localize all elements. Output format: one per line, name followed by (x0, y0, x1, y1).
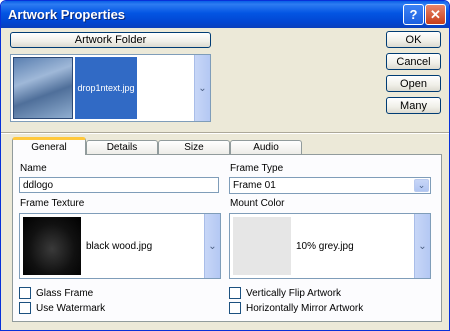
close-icon: ✕ (430, 7, 441, 22)
glass-frame-checkbox[interactable]: Glass Frame (19, 287, 93, 299)
frame-type-select[interactable]: Frame 01 ⌄ (229, 177, 431, 194)
thumbnail-item-selected[interactable]: drop1ntext.jpg (75, 57, 137, 119)
separator (1, 132, 449, 134)
tab-general[interactable]: General (12, 137, 86, 155)
horizontal-mirror-checkbox[interactable]: Horizontally Mirror Artwork (229, 302, 363, 314)
name-input[interactable]: ddlogo (19, 177, 219, 193)
mount-color-picker[interactable]: 10% grey.jpg ⌄ (229, 213, 431, 279)
checkbox-box[interactable] (229, 302, 241, 314)
frame-type-value: Frame 01 (233, 180, 276, 191)
vertical-flip-label: Vertically Flip Artwork (246, 287, 342, 299)
ok-button[interactable]: OK (386, 31, 441, 48)
frame-texture-swatch (23, 217, 81, 275)
help-button[interactable]: ? (403, 4, 424, 25)
checkbox-box[interactable] (19, 302, 31, 314)
close-button[interactable]: ✕ (425, 4, 446, 25)
chevron-down-icon: ⌄ (418, 240, 427, 252)
use-watermark-label: Use Watermark (36, 302, 106, 314)
name-label: Name (20, 163, 47, 174)
artwork-properties-dialog: Artwork Properties ? ✕ Artwork Folder dr… (0, 0, 450, 331)
chevron-down-icon: ⌄ (208, 240, 217, 252)
frame-type-label: Frame Type (230, 163, 284, 174)
mount-color-scrollbar[interactable]: ⌄ (414, 214, 430, 278)
many-button[interactable]: Many (386, 97, 441, 114)
window-title: Artwork Properties (8, 7, 126, 22)
help-icon: ? (409, 7, 418, 22)
frame-texture-value: black wood.jpg (86, 240, 153, 252)
artwork-thumbnail-list[interactable]: drop1ntext.jpg ⌄ (10, 54, 211, 122)
mount-color-label: Mount Color (230, 198, 285, 209)
title-bar[interactable]: Artwork Properties ? ✕ (1, 1, 449, 28)
tab-details[interactable]: Details (86, 140, 158, 155)
thumbnail-item[interactable] (13, 57, 73, 119)
mount-color-value: 10% grey.jpg (296, 240, 354, 252)
glass-frame-label: Glass Frame (36, 287, 94, 299)
checkbox-box[interactable] (19, 287, 31, 299)
thumbnail-scrollbar[interactable]: ⌄ (194, 55, 210, 121)
horizontal-mirror-label: Horizontally Mirror Artwork (246, 302, 364, 314)
frame-texture-label: Frame Texture (20, 198, 85, 209)
use-watermark-checkbox[interactable]: Use Watermark (19, 302, 105, 314)
tab-audio[interactable]: Audio (230, 140, 302, 155)
frame-texture-picker[interactable]: black wood.jpg ⌄ (19, 213, 221, 279)
cancel-button[interactable]: Cancel (386, 53, 441, 70)
vertical-flip-checkbox[interactable]: Vertically Flip Artwork (229, 287, 341, 299)
checkbox-box[interactable] (229, 287, 241, 299)
chevron-down-icon: ⌄ (198, 82, 207, 94)
mount-color-swatch (233, 217, 291, 275)
chevron-down-icon: ⌄ (417, 180, 426, 190)
artwork-folder-button[interactable]: Artwork Folder (10, 32, 211, 48)
open-button[interactable]: Open (386, 75, 441, 92)
thumbnail-label: drop1ntext.jpg (77, 83, 135, 93)
frame-texture-scrollbar[interactable]: ⌄ (204, 214, 220, 278)
tab-size[interactable]: Size (158, 140, 230, 155)
frame-type-dropdown-button[interactable]: ⌄ (414, 179, 429, 192)
